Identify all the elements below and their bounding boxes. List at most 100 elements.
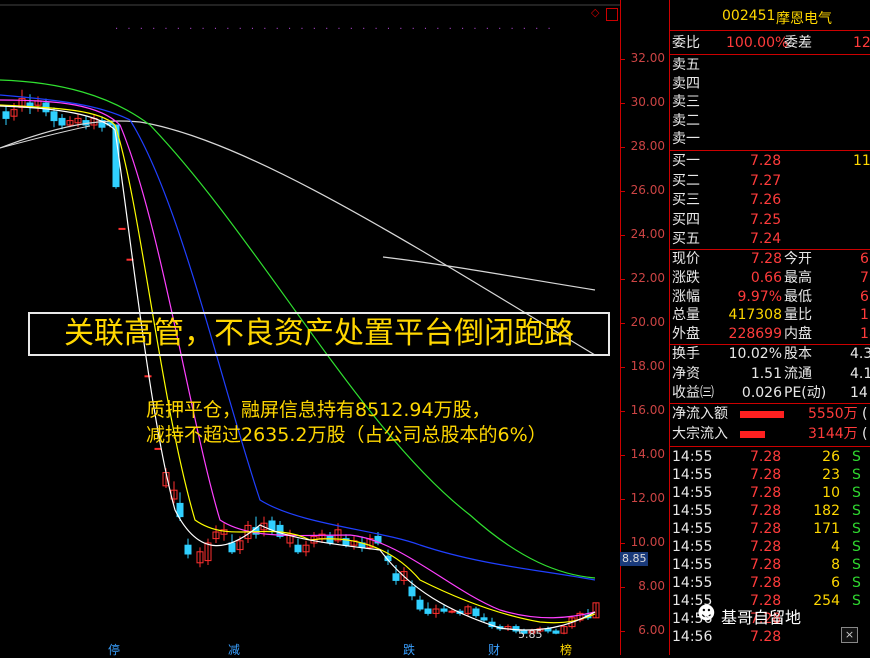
price-tick-label: 32.00 bbox=[630, 51, 665, 65]
price-tick-label: 6.00 bbox=[638, 623, 665, 637]
stat-label-2: 股本 bbox=[784, 346, 812, 362]
price-tick-mark bbox=[621, 367, 625, 368]
trade-volume: 26 bbox=[822, 449, 840, 465]
candle-body bbox=[184, 544, 192, 555]
stat-value-2: 6 bbox=[860, 288, 869, 305]
candle-body bbox=[480, 617, 488, 621]
sell-level-row[interactable]: 卖一 bbox=[670, 130, 870, 149]
price-tick-label: 16.00 bbox=[630, 403, 665, 417]
sell-level-label: 卖三 bbox=[672, 94, 700, 110]
buy-level-price: 7.27 bbox=[750, 172, 782, 189]
weibi-label: 委比 bbox=[672, 35, 700, 51]
stat-value-2: 4.1 bbox=[850, 365, 870, 382]
trade-side: S bbox=[852, 539, 861, 555]
fund-flow-row: 大宗流入 3144万( bbox=[670, 425, 870, 444]
buy-level-row[interactable]: 买一 7.28 11 bbox=[670, 152, 870, 171]
price-tick-mark bbox=[621, 543, 625, 544]
tick-trade-row: 14:55 7.28 171 S bbox=[670, 520, 870, 539]
date-flag-reduce[interactable]: 减 bbox=[228, 641, 240, 658]
sell-level-row[interactable]: 卖五 bbox=[670, 56, 870, 75]
date-flag-drop[interactable]: 跌 bbox=[403, 641, 415, 658]
wechat-icon: ☻ bbox=[697, 603, 716, 624]
quote-stat-row: 涨跌 0.66 最高 7 bbox=[670, 269, 870, 288]
candle-body bbox=[552, 630, 560, 634]
sell-level-row[interactable]: 卖四 bbox=[670, 75, 870, 94]
kline-chart-pane[interactable]: · · · · · · · · · · · · · · · · · · · · … bbox=[0, 0, 620, 658]
trade-side: S bbox=[852, 503, 861, 519]
buy-level-row[interactable]: 买五 7.24 bbox=[670, 230, 870, 249]
trade-side: S bbox=[852, 575, 861, 591]
trade-time: 14:55 bbox=[672, 449, 713, 465]
buy-level-price: 7.24 bbox=[750, 231, 782, 247]
trade-price: 7.28 bbox=[750, 575, 782, 591]
fund-flow-row: 净流入额 5550万( bbox=[670, 405, 870, 424]
price-tick-mark bbox=[621, 455, 625, 456]
trade-time: 14:55 bbox=[672, 467, 713, 483]
trade-volume: 23 bbox=[822, 467, 840, 483]
flow-arrow-icon[interactable]: ( bbox=[862, 425, 867, 444]
price-tick-mark bbox=[621, 323, 625, 324]
quote-stat-row: 现价 7.28 今开 6 bbox=[670, 250, 870, 269]
stat-label: 外盘 bbox=[672, 326, 700, 343]
buy-level-row[interactable]: 买四 7.25 bbox=[670, 211, 870, 230]
trade-side: S bbox=[852, 467, 861, 483]
moving-average-line bbox=[382, 256, 596, 291]
buy-level-row[interactable]: 买三 7.26 bbox=[670, 191, 870, 210]
flow-label: 大宗流入 bbox=[672, 425, 728, 442]
stat-label-2: 最高 bbox=[784, 269, 812, 286]
candle-body bbox=[294, 544, 302, 553]
tick-trade-row: 14:55 7.28 23 S bbox=[670, 466, 870, 485]
quote-stat-row: 外盘 228699内盘 188 bbox=[670, 325, 870, 344]
price-tick-label: 22.00 bbox=[630, 271, 665, 285]
weicha-value: 12 bbox=[853, 35, 870, 51]
stat-value-2: 1 bbox=[860, 307, 869, 324]
close-icon[interactable]: × bbox=[841, 627, 858, 643]
candle-body bbox=[228, 542, 236, 553]
stat-label-2: 流通 bbox=[784, 365, 812, 382]
stat-label: 净资 bbox=[672, 365, 700, 382]
weibi-row: 委比 100.00% 委差 12 bbox=[670, 34, 870, 53]
trade-volume: 182 bbox=[813, 503, 840, 519]
date-flag-halt[interactable]: 停 bbox=[108, 641, 120, 658]
candle-body bbox=[268, 520, 276, 531]
stat-value: 10.02% bbox=[728, 346, 782, 362]
sell-level-label: 卖四 bbox=[672, 75, 700, 92]
stat-value: 417308 bbox=[728, 307, 782, 324]
date-flag-finance[interactable]: 财 bbox=[488, 641, 500, 658]
divider bbox=[670, 30, 870, 31]
trade-time: 14:55 bbox=[672, 539, 713, 555]
tick-trade-row: 14:55 7.28 4 S bbox=[670, 538, 870, 557]
stock-name: 摩恩电气 bbox=[776, 11, 832, 27]
diamond-icon[interactable]: ◇ bbox=[591, 7, 601, 18]
price-tick-mark bbox=[621, 411, 625, 412]
sell-level-row[interactable]: 卖三 bbox=[670, 93, 870, 112]
date-flag-list[interactable]: 榜 bbox=[560, 641, 572, 658]
flow-arrow-icon[interactable]: ( bbox=[862, 405, 867, 424]
candle-body bbox=[408, 586, 416, 597]
buy-level-volume: 11 bbox=[853, 153, 870, 169]
sell-level-label: 卖二 bbox=[672, 112, 700, 129]
divider bbox=[670, 403, 870, 404]
stat-value: 7.28 bbox=[750, 251, 782, 267]
stat-value-2: 4.3 bbox=[850, 346, 870, 362]
quote-stat-row: 换手 10.02% 股本 4.3 bbox=[670, 345, 870, 364]
price-tick-mark bbox=[621, 279, 625, 280]
trade-price: 7.28 bbox=[750, 521, 782, 537]
price-tick-label: 10.00 bbox=[630, 535, 665, 549]
trade-time: 14:56 bbox=[672, 629, 713, 645]
quote-stat-row: 净资 1.51 流通 4.1 bbox=[670, 365, 870, 384]
trade-time: 14:55 bbox=[672, 575, 713, 591]
trade-volume: 10 bbox=[822, 485, 840, 501]
watermark-text: 基哥自留地 bbox=[721, 608, 802, 627]
trade-price: 7.28 bbox=[750, 485, 782, 501]
buy-level-row[interactable]: 买二 7.27 bbox=[670, 172, 870, 191]
sell-level-row[interactable]: 卖二 bbox=[670, 112, 870, 131]
current-price-tag: 8.85 bbox=[620, 552, 648, 566]
price-tick-mark bbox=[621, 59, 625, 60]
divider bbox=[670, 54, 870, 55]
stat-value: 0.026 bbox=[741, 385, 782, 401]
window-toggle-icon[interactable] bbox=[606, 8, 618, 21]
buy-level-price: 7.25 bbox=[750, 211, 782, 228]
min-price-label: 5.85 bbox=[518, 628, 543, 641]
price-tick-label: 26.00 bbox=[630, 183, 665, 197]
